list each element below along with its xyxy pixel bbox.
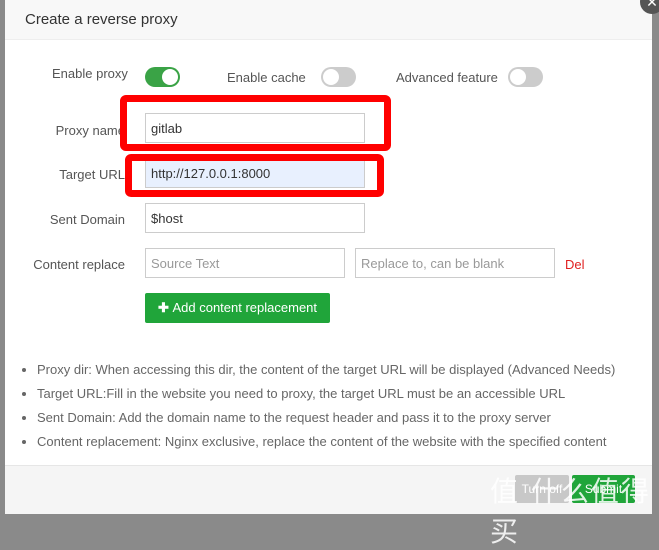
note-item: Proxy dir: When accessing this dir, the …	[37, 362, 615, 386]
enable-cache-toggle[interactable]	[321, 67, 356, 87]
advanced-feature-toggle[interactable]	[508, 67, 543, 87]
enable-cache-label: Enable cache	[227, 70, 306, 85]
sent-domain-label: Sent Domain	[49, 212, 125, 227]
add-content-replacement-button[interactable]: ✚ Add content replacement	[145, 293, 330, 323]
dialog-title: Create a reverse proxy	[5, 0, 652, 40]
annotation-box	[120, 95, 391, 151]
source-text-input[interactable]	[145, 248, 345, 278]
enable-proxy-label: Enable proxy	[52, 66, 128, 81]
reverse-proxy-dialog: Create a reverse proxy Enable proxy Enab…	[5, 0, 652, 514]
target-url-label: Target URL	[59, 167, 125, 182]
enable-proxy-toggle[interactable]	[145, 67, 180, 87]
sent-domain-input[interactable]	[145, 203, 365, 233]
annotation-box	[125, 154, 384, 197]
delete-link[interactable]: Del	[565, 257, 585, 272]
content-replace-label: Content replace	[33, 257, 125, 272]
watermark-logo: 值 什么值得买	[490, 475, 651, 548]
note-item: Content replacement: Nginx exclusive, re…	[37, 434, 615, 458]
advanced-feature-label: Advanced feature	[396, 70, 498, 85]
notes-list: Proxy dir: When accessing this dir, the …	[37, 362, 615, 458]
plus-icon: ✚	[157, 300, 173, 315]
proxy-name-label: Proxy name	[55, 123, 125, 138]
note-item: Target URL:Fill in the website you need …	[37, 386, 615, 410]
note-item: Sent Domain: Add the domain name to the …	[37, 410, 615, 434]
replace-to-input[interactable]	[355, 248, 555, 278]
